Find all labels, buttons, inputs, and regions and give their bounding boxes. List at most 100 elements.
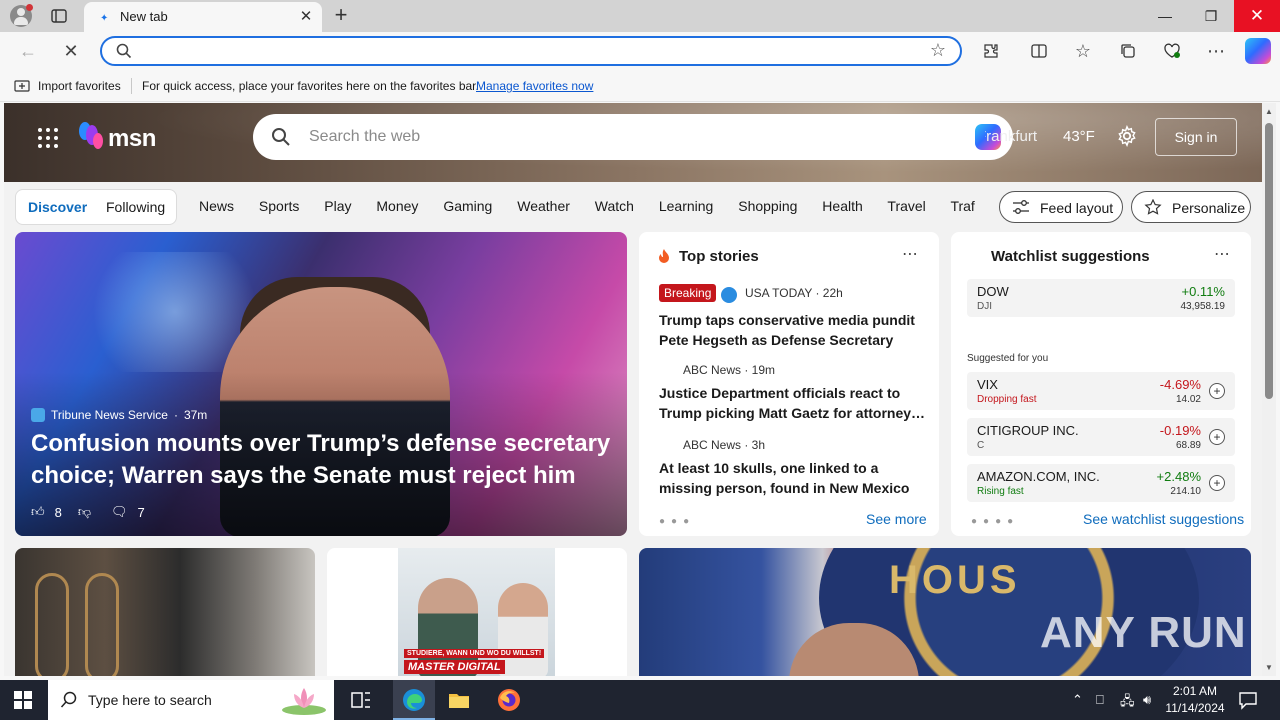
back-icon[interactable]: ← bbox=[13, 36, 43, 66]
task-view-icon[interactable] bbox=[349, 688, 373, 712]
dislike-icon[interactable]: 👎︎ bbox=[78, 504, 91, 520]
collections-icon[interactable] bbox=[1113, 36, 1143, 66]
top-stories-title: Top stories bbox=[679, 248, 759, 265]
network-icon[interactable]: ⎕ bbox=[1096, 692, 1104, 708]
stock-price: 14.02 bbox=[1175, 394, 1201, 405]
manage-favorites-link[interactable]: Manage favorites now bbox=[476, 79, 593, 93]
weather-temperature[interactable]: 43°F bbox=[1063, 128, 1095, 145]
copilot-icon[interactable] bbox=[1245, 38, 1271, 64]
hero-headline[interactable]: Confusion mounts over Trump’s defense se… bbox=[31, 428, 611, 492]
like-icon[interactable]: 👍︎ bbox=[31, 504, 45, 520]
category-nav: Discover Following News Sports Play Mone… bbox=[4, 182, 1262, 232]
taskbar-search-placeholder: Type here to search bbox=[88, 692, 212, 708]
feed-layout-button[interactable]: Feed layout bbox=[999, 191, 1123, 223]
page-scrollbar[interactable]: ▲ ▼ bbox=[1262, 103, 1276, 676]
apps-launcher-icon[interactable] bbox=[38, 128, 58, 148]
close-window-button[interactable]: ✕ bbox=[1234, 0, 1280, 32]
nav-items: News Sports Play Money Gaming Weather Wa… bbox=[199, 198, 996, 214]
watchlist-row[interactable]: VIX Dropping fast -4.69% 14.02 + bbox=[967, 372, 1235, 410]
import-favorites-icon[interactable] bbox=[14, 78, 30, 94]
ad-card[interactable]: STUDIERE, WANN UND WO DU WILLST! MASTER … bbox=[327, 548, 627, 676]
tab-actions-icon[interactable] bbox=[50, 7, 68, 25]
restore-button[interactable]: ❐ bbox=[1188, 0, 1234, 32]
profile-avatar[interactable] bbox=[10, 4, 33, 27]
favorites-icon[interactable]: ☆ bbox=[1068, 36, 1098, 66]
taskbar-search[interactable]: Type here to search bbox=[48, 680, 334, 720]
nav-health[interactable]: Health bbox=[822, 198, 862, 214]
close-tab-icon[interactable]: ✕ bbox=[296, 7, 316, 27]
nav-gaming[interactable]: Gaming bbox=[443, 198, 492, 214]
see-more-link[interactable]: See more bbox=[866, 511, 927, 527]
more-options-icon[interactable]: ⋯ bbox=[1201, 36, 1231, 66]
divider bbox=[131, 78, 132, 94]
watchlist-row[interactable]: DOW DJI +0.11% 43,958.19 bbox=[967, 279, 1235, 317]
more-options-icon[interactable]: ⋯ bbox=[1214, 244, 1231, 264]
comment-icon[interactable]: 🗨︎ bbox=[111, 504, 128, 520]
sign-in-button[interactable]: Sign in bbox=[1155, 118, 1237, 156]
scrollbar-thumb[interactable] bbox=[1265, 123, 1273, 399]
see-watchlist-link[interactable]: See watchlist suggestions bbox=[1083, 511, 1244, 527]
stock-price: 68.89 bbox=[1175, 440, 1201, 451]
msn-logo-text[interactable]: msn bbox=[108, 125, 156, 153]
split-screen-icon[interactable] bbox=[1024, 36, 1054, 66]
clock-time: 2:01 AM bbox=[1172, 684, 1218, 698]
nav-learning[interactable]: Learning bbox=[659, 198, 714, 214]
msn-logo-icon[interactable] bbox=[76, 121, 104, 151]
favorite-star-icon[interactable]: ☆ bbox=[930, 40, 946, 61]
story-source: ABC News · 19m bbox=[683, 363, 776, 377]
tab-new-tab[interactable]: ✦ New tab ✕ bbox=[84, 2, 322, 32]
suggested-label: Suggested for you bbox=[967, 353, 1049, 364]
address-input[interactable] bbox=[142, 42, 902, 62]
tab-discover[interactable]: Discover bbox=[28, 199, 87, 215]
chevron-up-icon[interactable]: ⌃ bbox=[1072, 692, 1083, 708]
nav-travel[interactable]: Travel bbox=[887, 198, 925, 214]
personalize-button[interactable]: Personalize bbox=[1131, 191, 1251, 223]
msn-page: msn Search the web Frankfurt 43°F Sign i… bbox=[4, 103, 1262, 676]
browser-essentials-icon[interactable] bbox=[1157, 36, 1187, 66]
story-source: ABC News · 3h bbox=[683, 438, 766, 452]
volume-icon[interactable]: 🔊︎ bbox=[1143, 692, 1151, 708]
notifications-icon[interactable] bbox=[1238, 690, 1258, 710]
nav-weather[interactable]: Weather bbox=[517, 198, 570, 214]
sliders-icon bbox=[1013, 200, 1029, 214]
carousel-pager[interactable]: ●●●● bbox=[971, 516, 1019, 527]
scroll-up-icon[interactable]: ▲ bbox=[1265, 107, 1273, 116]
stop-loading-icon[interactable]: ✕ bbox=[56, 36, 86, 66]
nav-money[interactable]: Money bbox=[376, 198, 418, 214]
watchlist-row[interactable]: AMAZON.COM, INC. Rising fast +2.48% 214.… bbox=[967, 464, 1235, 502]
windows-start-icon[interactable] bbox=[14, 691, 32, 709]
new-tab-button[interactable]: + bbox=[330, 4, 352, 27]
carousel-pager[interactable]: ●●● bbox=[659, 516, 695, 527]
story-title[interactable]: Trump taps conservative media pundit Pet… bbox=[659, 310, 929, 350]
firefox-icon[interactable] bbox=[497, 688, 521, 712]
story-title[interactable]: At least 10 skulls, one linked to a miss… bbox=[659, 458, 929, 498]
import-favorites-link[interactable]: Import favorites bbox=[38, 79, 121, 93]
scroll-down-icon[interactable]: ▼ bbox=[1265, 663, 1273, 672]
nav-shopping[interactable]: Shopping bbox=[738, 198, 797, 214]
tab-following[interactable]: Following bbox=[106, 199, 165, 215]
system-clock[interactable]: 2:01 AM 11/14/2024 bbox=[1160, 683, 1230, 717]
hero-source-name: Tribune News Service bbox=[51, 408, 168, 422]
gear-icon[interactable] bbox=[1116, 125, 1138, 147]
watchlist-row[interactable]: CITIGROUP INC. C -0.19% 68.89 + bbox=[967, 418, 1235, 456]
add-to-watchlist-icon[interactable]: + bbox=[1209, 429, 1225, 445]
add-to-watchlist-icon[interactable]: + bbox=[1209, 475, 1225, 491]
nav-sports[interactable]: Sports bbox=[259, 198, 299, 214]
nav-traffic[interactable]: Traf bbox=[950, 198, 974, 214]
weather-city[interactable]: Frankfurt bbox=[985, 128, 1037, 145]
story-card-interior[interactable] bbox=[15, 548, 315, 676]
nav-play[interactable]: Play bbox=[324, 198, 351, 214]
add-to-watchlist-icon[interactable]: + bbox=[1209, 383, 1225, 399]
ethernet-icon[interactable]: 🖧︎ bbox=[1120, 692, 1135, 714]
web-search-box[interactable]: Search the web bbox=[253, 114, 1013, 160]
edge-icon[interactable] bbox=[402, 688, 426, 712]
more-options-icon[interactable]: ⋯ bbox=[902, 244, 919, 264]
hero-story-card[interactable]: Tribune News Service · 37m Confusion mou… bbox=[15, 232, 627, 536]
nav-watch[interactable]: Watch bbox=[595, 198, 634, 214]
file-explorer-icon[interactable] bbox=[447, 688, 471, 712]
minimize-button[interactable]: — bbox=[1142, 0, 1188, 32]
story-title[interactable]: Justice Department officials react to Tr… bbox=[659, 383, 929, 423]
address-bar[interactable]: ☆ bbox=[100, 36, 962, 66]
nav-news[interactable]: News bbox=[199, 198, 234, 214]
extensions-icon[interactable] bbox=[976, 36, 1006, 66]
